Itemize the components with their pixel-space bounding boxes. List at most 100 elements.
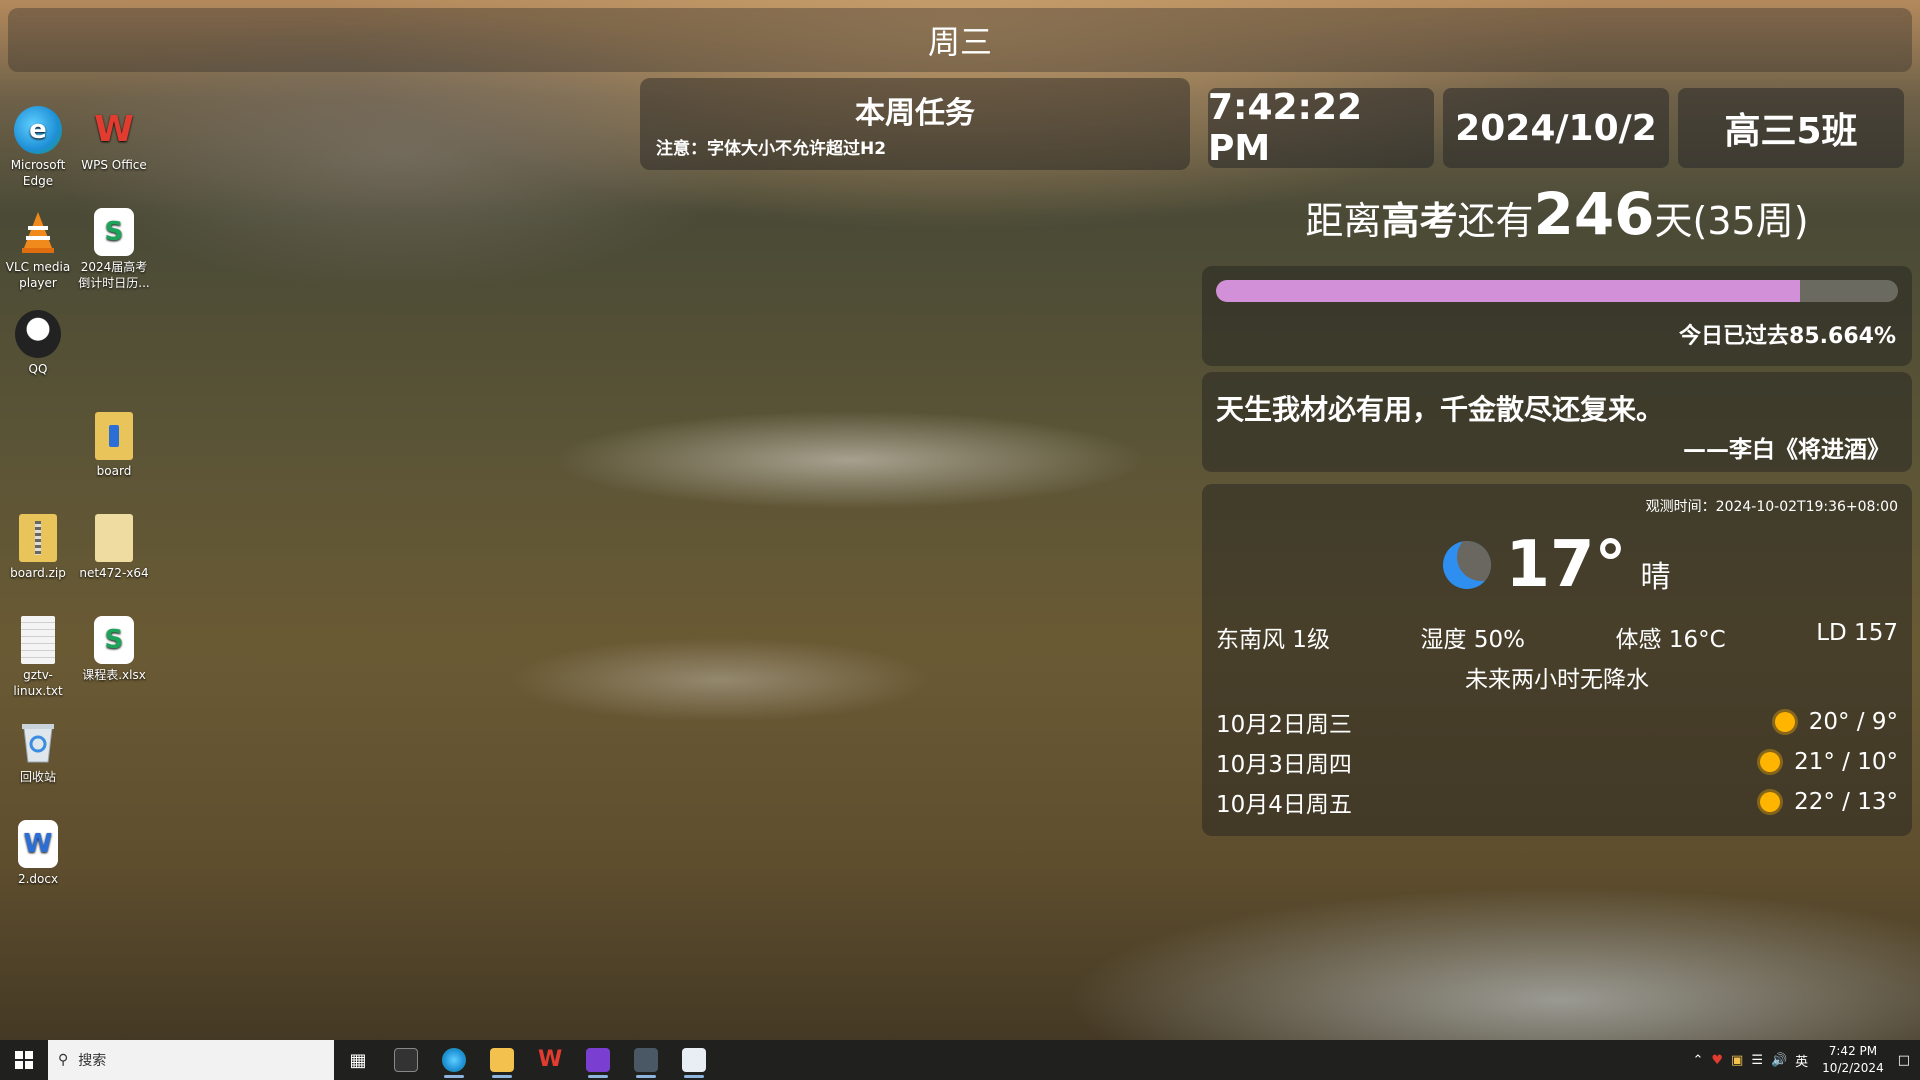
current-date: 2024/10/2 bbox=[1455, 107, 1657, 149]
weather-details: 东南风 1级 湿度 50% 体感 16°C LD 157 bbox=[1216, 620, 1898, 654]
folder-icon bbox=[95, 412, 133, 460]
countdown-prefix: 距离 bbox=[1305, 199, 1382, 243]
desktop-icon-label: net472-x64 bbox=[79, 566, 149, 580]
volume-icon[interactable]: 🔊 bbox=[1771, 1053, 1787, 1068]
window-icon bbox=[682, 1048, 706, 1072]
taskbar-app-window[interactable] bbox=[670, 1040, 718, 1080]
start-button[interactable] bbox=[0, 1040, 48, 1080]
word-doc-icon: W bbox=[18, 820, 58, 868]
taskbar-edge[interactable] bbox=[430, 1040, 478, 1080]
ime-indicator[interactable]: 英 bbox=[1795, 1051, 1808, 1070]
desktop-icon-gztv-txt[interactable]: gztv-linux.txt bbox=[0, 616, 76, 699]
desktop-icon-label: board bbox=[96, 464, 132, 478]
desktop-icon-recycle-bin[interactable]: 回收站 bbox=[0, 718, 76, 785]
weather-temp: 17° bbox=[1505, 528, 1627, 602]
desktop-icon-label: 2024届高考倒计时日历... bbox=[78, 260, 150, 290]
wps-tray-icon[interactable]: ♥ bbox=[1711, 1053, 1723, 1068]
spreadsheet-icon: S bbox=[94, 208, 134, 256]
weather-panel: 观测时间：2024-10-02T19:36+08:00 17° 晴 东南风 1级… bbox=[1202, 484, 1912, 836]
edge-icon bbox=[442, 1048, 466, 1072]
desktop-icon-net472[interactable]: net472-x64 bbox=[76, 514, 152, 581]
desktop-icon-board[interactable]: board bbox=[76, 412, 152, 479]
taskbar-wps[interactable]: W bbox=[526, 1040, 574, 1080]
folder-icon bbox=[490, 1048, 514, 1072]
chevron-up-icon[interactable]: ⌃ bbox=[1692, 1053, 1703, 1068]
desktop-icon-label: 课程表.xlsx bbox=[82, 668, 146, 682]
day-progress-panel: 今日已过去85.664% bbox=[1202, 266, 1912, 366]
windows-logo-icon bbox=[15, 1051, 33, 1069]
system-tray: ⌃ ♥ ▣ ☰ 🔊 英 7:42 PM 10/2/2024 □ bbox=[1692, 1040, 1920, 1080]
weather-condition: 晴 bbox=[1640, 560, 1671, 595]
sun-icon bbox=[1760, 752, 1781, 772]
weather-precipitation: 未来两小时无降水 bbox=[1465, 667, 1649, 693]
date-tile: 2024/10/2 bbox=[1443, 88, 1669, 168]
desktop-icon-label: VLC media player bbox=[5, 260, 71, 290]
desktop-icon-vlc[interactable]: VLC media player bbox=[0, 208, 76, 291]
class-name: 高三5班 bbox=[1724, 111, 1858, 152]
calculator-icon bbox=[634, 1048, 658, 1072]
desktop-icon-label: WPS Office bbox=[81, 158, 147, 172]
desktop-icon-edge[interactable]: e Microsoft Edge bbox=[0, 106, 76, 189]
day-progress-label: 今日已过去85.664% bbox=[1679, 324, 1896, 349]
recycle-bin-icon bbox=[14, 718, 62, 766]
desktop-icon-label: QQ bbox=[28, 362, 48, 376]
weekday-label: 周三 bbox=[927, 23, 992, 61]
forecast-day: 10月4日周五 bbox=[1216, 792, 1352, 818]
taskbar-calculator[interactable] bbox=[622, 1040, 670, 1080]
exam-countdown: 距离 高考 还有 246 天(35周) bbox=[1202, 180, 1912, 260]
countdown-event: 高考 bbox=[1381, 199, 1458, 243]
quote-text: 天生我材必有用，千金散尽还复来。 bbox=[1216, 393, 1665, 426]
wps-icon: W bbox=[538, 1047, 563, 1072]
vlc-icon bbox=[14, 208, 62, 256]
forecast-day: 10月2日周三 bbox=[1216, 712, 1352, 738]
quote-panel: 天生我材必有用，千金散尽还复来。 ——李白《将进酒》 bbox=[1202, 372, 1912, 472]
task-view-icon: ▦ bbox=[349, 1049, 367, 1071]
desktop-icon-label: 2.docx bbox=[17, 872, 59, 886]
class-tile: 高三5班 bbox=[1678, 88, 1904, 168]
desktop-icon-qq[interactable]: QQ bbox=[0, 310, 76, 377]
taskbar-terminal[interactable] bbox=[382, 1040, 430, 1080]
forecast-range: 22° / 13° bbox=[1794, 789, 1898, 815]
sun-icon bbox=[1774, 712, 1795, 732]
edge-icon: e bbox=[14, 106, 62, 154]
clock-time: 7:42 PM bbox=[1828, 1044, 1878, 1058]
taskbar-app-purple[interactable] bbox=[574, 1040, 622, 1080]
desktop-icon-label: gztv-linux.txt bbox=[13, 668, 63, 698]
desktop-icon-schedule-xlsx[interactable]: S 课程表.xlsx bbox=[76, 616, 152, 683]
notification-icon[interactable]: □ bbox=[1898, 1053, 1910, 1068]
sun-icon bbox=[1760, 792, 1781, 812]
zip-folder-icon bbox=[19, 514, 57, 562]
taskbar-search-box[interactable]: ⚲ 搜索 bbox=[48, 1040, 334, 1080]
countdown-mid: 还有 bbox=[1457, 199, 1534, 243]
clock-date: 10/2/2024 bbox=[1822, 1061, 1884, 1075]
countdown-suffix: 天(35周) bbox=[1654, 199, 1809, 243]
desktop-icons: e Microsoft Edge W WPS Office VLC media … bbox=[0, 100, 160, 900]
taskbar-clock[interactable]: 7:42 PM 10/2/2024 bbox=[1822, 1043, 1884, 1077]
desktop-icon-label: board.zip bbox=[10, 566, 66, 580]
search-placeholder: 搜索 bbox=[78, 1053, 107, 1069]
desktop-icon-board-zip[interactable]: board.zip bbox=[0, 514, 76, 581]
forecast-row: 10月3日周四 21° / 10° bbox=[1216, 746, 1898, 778]
weekly-tasks-title: 本周任务 bbox=[855, 96, 975, 131]
day-progress-track bbox=[1216, 280, 1898, 302]
forecast-range: 20° / 9° bbox=[1808, 709, 1898, 735]
search-icon: ⚲ bbox=[58, 1052, 69, 1068]
task-view-button[interactable]: ▦ bbox=[334, 1040, 382, 1080]
tray-app-icon[interactable]: ▣ bbox=[1731, 1053, 1743, 1068]
desktop-icon-countdown-calendar[interactable]: S 2024届高考倒计时日历... bbox=[76, 208, 152, 291]
time-tile: 7:42:22 PM bbox=[1208, 87, 1434, 169]
weekday-banner: 周三 bbox=[8, 8, 1912, 72]
network-icon[interactable]: ☰ bbox=[1751, 1053, 1763, 1068]
desktop-icon-wps[interactable]: W WPS Office bbox=[76, 106, 152, 173]
text-file-icon bbox=[21, 616, 55, 664]
taskbar-file-explorer[interactable] bbox=[478, 1040, 526, 1080]
wps-icon: W bbox=[94, 109, 134, 150]
weather-ld: LD 157 bbox=[1816, 620, 1898, 646]
desktop-icon-label: 回收站 bbox=[19, 770, 56, 784]
forecast-row: 10月2日周三 20° / 9° bbox=[1216, 706, 1898, 738]
day-progress-fill bbox=[1216, 280, 1801, 302]
countdown-days: 246 bbox=[1533, 180, 1655, 248]
forecast-day: 10月3日周四 bbox=[1216, 752, 1352, 778]
desktop-icon-label: Microsoft Edge bbox=[10, 158, 66, 188]
desktop-icon-2-docx[interactable]: W 2.docx bbox=[0, 820, 76, 887]
